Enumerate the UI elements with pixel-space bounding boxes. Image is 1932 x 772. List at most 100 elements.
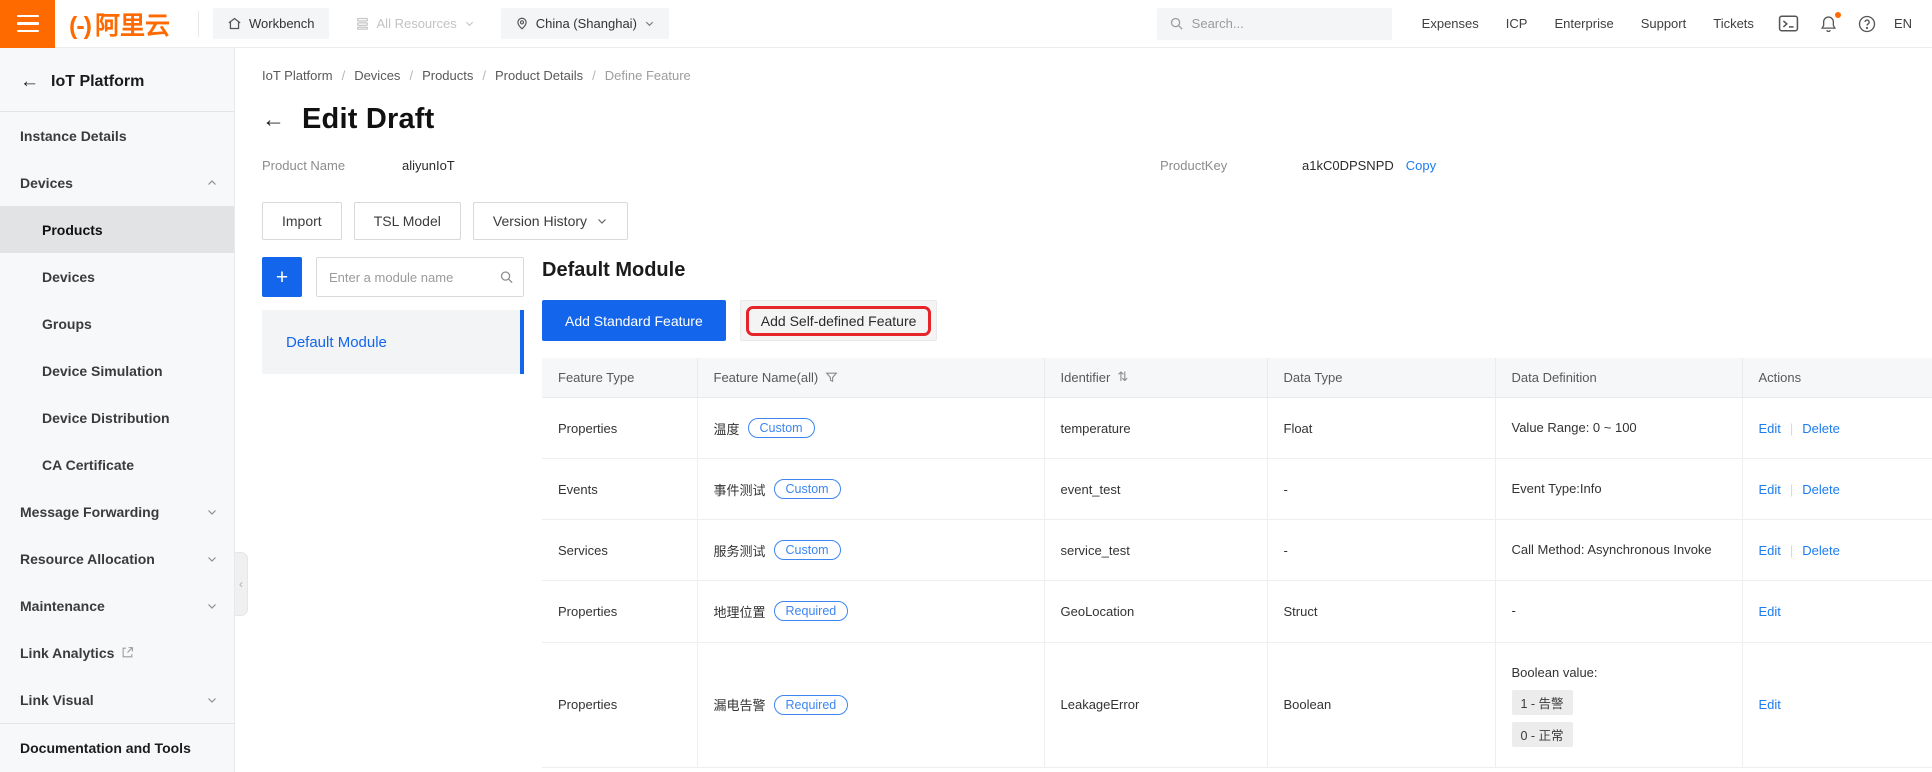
sidebar-item-documentation-and-tools[interactable]: Documentation and Tools xyxy=(0,724,234,771)
breadcrumb-item-devices[interactable]: Devices xyxy=(354,68,400,83)
sidebar-item-label: Device Simulation xyxy=(42,362,163,379)
column-header-feature-type: Feature Type xyxy=(542,358,697,398)
sidebar-back-arrow[interactable]: ← xyxy=(20,72,39,91)
language-switcher[interactable]: EN xyxy=(1894,16,1912,31)
help-icon[interactable] xyxy=(1858,15,1876,33)
sidebar-item-ca-certificate[interactable]: CA Certificate xyxy=(0,441,234,488)
sidebar-item-label: Device Distribution xyxy=(42,409,170,426)
column-header-data-definition: Data Definition xyxy=(1494,358,1742,398)
notification-dot xyxy=(1834,11,1841,18)
sort-icon[interactable]: ⇅ xyxy=(1117,370,1128,385)
column-label: Feature Type xyxy=(558,370,635,385)
alibaba-cloud-logo[interactable]: (-) 阿里云 xyxy=(69,6,170,42)
sidebar-item-device-simulation[interactable]: Device Simulation xyxy=(0,347,234,394)
breadcrumb-item-products[interactable]: Products xyxy=(422,68,473,83)
feature-badge: Custom xyxy=(773,479,841,500)
cell-identifier: LeakageError xyxy=(1043,642,1267,768)
copy-product-key-link[interactable]: Copy xyxy=(1406,158,1436,173)
edit-link[interactable]: Edit xyxy=(1759,543,1781,558)
sidebar-item-instance-details[interactable]: Instance Details xyxy=(0,112,234,159)
breadcrumb-item-define-feature: Define Feature xyxy=(604,68,691,83)
breadcrumb-item-product-details[interactable]: Product Details xyxy=(495,68,583,83)
data-definition-text: - xyxy=(1511,603,1516,619)
sidebar: ← IoT Platform Instance Details Devices Pr… xyxy=(0,48,235,772)
topbar-link-support[interactable]: Support xyxy=(1641,16,1687,31)
feature-name-text: 温度 xyxy=(713,421,740,437)
delete-link[interactable]: Delete xyxy=(1802,482,1840,497)
tsl-model-button[interactable]: TSL Model xyxy=(353,202,461,240)
sidebar-item-device-distribution[interactable]: Device Distribution xyxy=(0,394,234,441)
logo-text: 阿里云 xyxy=(94,11,170,40)
cell-data-type: Float xyxy=(1266,397,1495,460)
sidebar-item-products[interactable]: Products xyxy=(0,206,234,253)
breadcrumb-separator: / xyxy=(341,68,346,83)
topbar-link-expenses[interactable]: Expenses xyxy=(1422,16,1479,31)
hamburger-menu-button[interactable] xyxy=(0,0,55,48)
sidebar-item-link-analytics[interactable]: Link Analytics xyxy=(0,629,234,676)
sidebar-collapse-handle[interactable]: ‹ xyxy=(235,552,248,616)
cell-data-definition: Call Method: Asynchronous Invoke xyxy=(1494,519,1742,582)
table-row: Events 事件测试 Custom event_test - Event Type:In… xyxy=(542,458,1932,521)
edit-link[interactable]: Edit xyxy=(1759,604,1781,619)
sidebar-item-groups[interactable]: Groups xyxy=(0,300,234,347)
feature-badge: Required xyxy=(773,694,849,715)
topbar-link-tickets[interactable]: Tickets xyxy=(1713,16,1754,31)
sidebar-item-message-forwarding[interactable]: Message Forwarding xyxy=(0,488,234,535)
feature-badge: Required xyxy=(773,601,849,622)
module-heading: Default Module xyxy=(542,259,686,281)
sidebar-item-label: CA Certificate xyxy=(42,456,135,473)
breadcrumb-item-iot-platform[interactable]: IoT Platform xyxy=(262,68,333,83)
chevron-down-icon xyxy=(206,694,218,706)
cell-actions: Edit | Delete xyxy=(1741,519,1932,582)
column-header-actions: Actions xyxy=(1741,358,1932,398)
cell-actions: Edit | Delete xyxy=(1741,458,1932,521)
funnel-icon[interactable] xyxy=(825,371,838,384)
cell-feature-name: 事件测试 Custom xyxy=(696,458,1044,521)
sidebar-item-devices[interactable]: Devices xyxy=(0,159,234,206)
cell-data-definition: Event Type:Info xyxy=(1494,458,1742,521)
add-standard-feature-button[interactable]: Add Standard Feature xyxy=(542,300,726,341)
sidebar-item-link-visual[interactable]: Link Visual xyxy=(0,676,234,723)
data-definition-text: Call Method: Asynchronous Invoke xyxy=(1511,542,1712,558)
add-module-button[interactable]: + xyxy=(262,257,302,297)
cell-actions: Edit | Delete xyxy=(1741,397,1932,460)
version-history-label: Version History xyxy=(492,213,588,229)
sidebar-item-devices[interactable]: Devices xyxy=(0,253,234,300)
import-button[interactable]: Import xyxy=(262,202,342,240)
edit-link[interactable]: Edit xyxy=(1759,421,1781,436)
delete-link[interactable]: Delete xyxy=(1802,543,1840,558)
bell-icon[interactable] xyxy=(1820,11,1841,33)
feature-table: Feature Type Feature Name(all) Identifier ⇅… xyxy=(542,358,1932,768)
topbar-link-icp[interactable]: ICP xyxy=(1506,16,1528,31)
product-name-value: aliyunIoT xyxy=(402,158,455,173)
module-search-input[interactable] xyxy=(316,257,524,297)
product-key-label: ProductKey xyxy=(1160,158,1228,173)
region-selector[interactable]: China (Shanghai) xyxy=(500,8,669,39)
search-input[interactable] xyxy=(1191,16,1380,31)
edit-link[interactable]: Edit xyxy=(1759,697,1781,712)
all-resources-dropdown[interactable]: All Resources xyxy=(355,16,475,31)
version-history-button[interactable]: Version History xyxy=(472,202,629,240)
data-definition-text: Value Range: 0 ~ 100 xyxy=(1511,420,1637,435)
topbar-link-enterprise[interactable]: Enterprise xyxy=(1554,16,1613,31)
main-content: IoT Platform / Devices / Products / Product De… xyxy=(235,48,1932,772)
module-panel: + Default Module xyxy=(262,257,524,374)
page-title: Edit Draft xyxy=(302,103,435,135)
cell-identifier: event_test xyxy=(1043,458,1267,521)
module-item-default-module[interactable]: Default Module xyxy=(262,310,524,374)
feature-badge: Custom xyxy=(773,540,841,561)
delete-link[interactable]: Delete xyxy=(1802,421,1840,436)
sidebar-item-label: Message Forwarding xyxy=(20,503,160,520)
edit-link[interactable]: Edit xyxy=(1759,482,1781,497)
cell-identifier: temperature xyxy=(1043,397,1267,460)
add-self-defined-feature-button[interactable]: Add Self-defined Feature xyxy=(739,300,938,341)
sidebar-item-resource-allocation[interactable]: Resource Allocation xyxy=(0,535,234,582)
sidebar-item-maintenance[interactable]: Maintenance xyxy=(0,582,234,629)
feature-name-text: 事件测试 xyxy=(713,482,766,498)
global-search xyxy=(1156,7,1392,40)
breadcrumb-separator: / xyxy=(592,68,596,83)
cell-feature-type: Properties xyxy=(542,397,697,460)
console-icon[interactable] xyxy=(1778,15,1799,32)
workbench-button[interactable]: Workbench xyxy=(213,8,329,39)
back-arrow[interactable]: ← xyxy=(262,108,285,131)
